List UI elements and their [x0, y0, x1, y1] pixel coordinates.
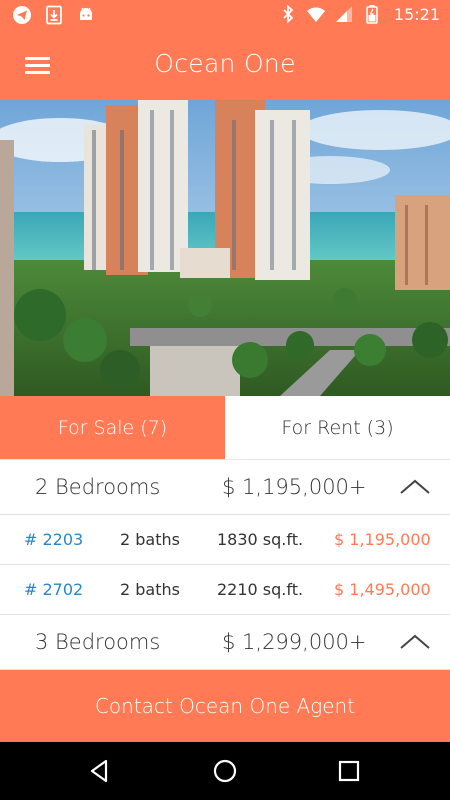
unit-baths: 2 baths [120, 530, 180, 549]
telegram-icon [13, 6, 31, 24]
building-photo [0, 100, 450, 396]
group-header-3-bedrooms[interactable]: 3 Bedrooms $ 1,299,000+ [0, 615, 450, 670]
wifi-icon [306, 7, 325, 22]
table-row[interactable]: # 2702 2 baths 2210 sq.ft. $ 1,495,000 [0, 565, 450, 615]
tab-for-sale[interactable]: For Sale (7) [0, 396, 225, 459]
recents-icon[interactable] [334, 756, 364, 786]
home-icon[interactable] [210, 756, 240, 786]
unit-sqft: 1830 sq.ft. [217, 530, 304, 549]
system-nav-bar [0, 742, 450, 800]
group-header-2-bedrooms[interactable]: 2 Bedrooms $ 1,195,000+ [0, 460, 450, 515]
group-price-label: $ 1,299,000+ [222, 630, 367, 654]
chevron-up-icon[interactable] [398, 631, 432, 653]
status-bar: 15:21 [0, 0, 450, 32]
back-icon[interactable] [84, 756, 114, 786]
bluetooth-icon [283, 4, 294, 24]
table-row[interactable]: # 2203 2 baths 1830 sq.ft. $ 1,195,000 [0, 515, 450, 565]
status-time: 15:21 [393, 4, 440, 24]
app-bar: Ocean One [0, 32, 450, 100]
unit-listing: 2 Bedrooms $ 1,195,000+ # 2203 2 baths 1… [0, 460, 450, 670]
page-title: Ocean One [154, 49, 296, 78]
chevron-up-icon[interactable] [398, 476, 432, 498]
group-price-label: $ 1,195,000+ [222, 475, 367, 499]
notification-icons [12, 5, 96, 25]
system-icons: 15:21 [278, 4, 440, 24]
unit-price: $ 1,195,000 [334, 530, 431, 549]
group-bedrooms-label: 3 Bedrooms [35, 630, 161, 654]
signal-icon [335, 6, 352, 22]
unit-number-link[interactable]: # 2702 [24, 580, 83, 599]
unit-number-link[interactable]: # 2203 [24, 530, 83, 549]
tab-for-rent[interactable]: For Rent (3) [225, 396, 450, 459]
download-icon [46, 5, 62, 25]
unit-price: $ 1,495,000 [334, 580, 431, 599]
contact-agent-button[interactable]: Contact Ocean One Agent [0, 670, 450, 742]
battery-icon [366, 5, 378, 24]
listing-tabs: For Sale (7) For Rent (3) [0, 396, 450, 460]
unit-baths: 2 baths [120, 580, 180, 599]
group-bedrooms-label: 2 Bedrooms [35, 475, 161, 499]
android-icon [80, 7, 92, 20]
unit-sqft: 2210 sq.ft. [217, 580, 304, 599]
